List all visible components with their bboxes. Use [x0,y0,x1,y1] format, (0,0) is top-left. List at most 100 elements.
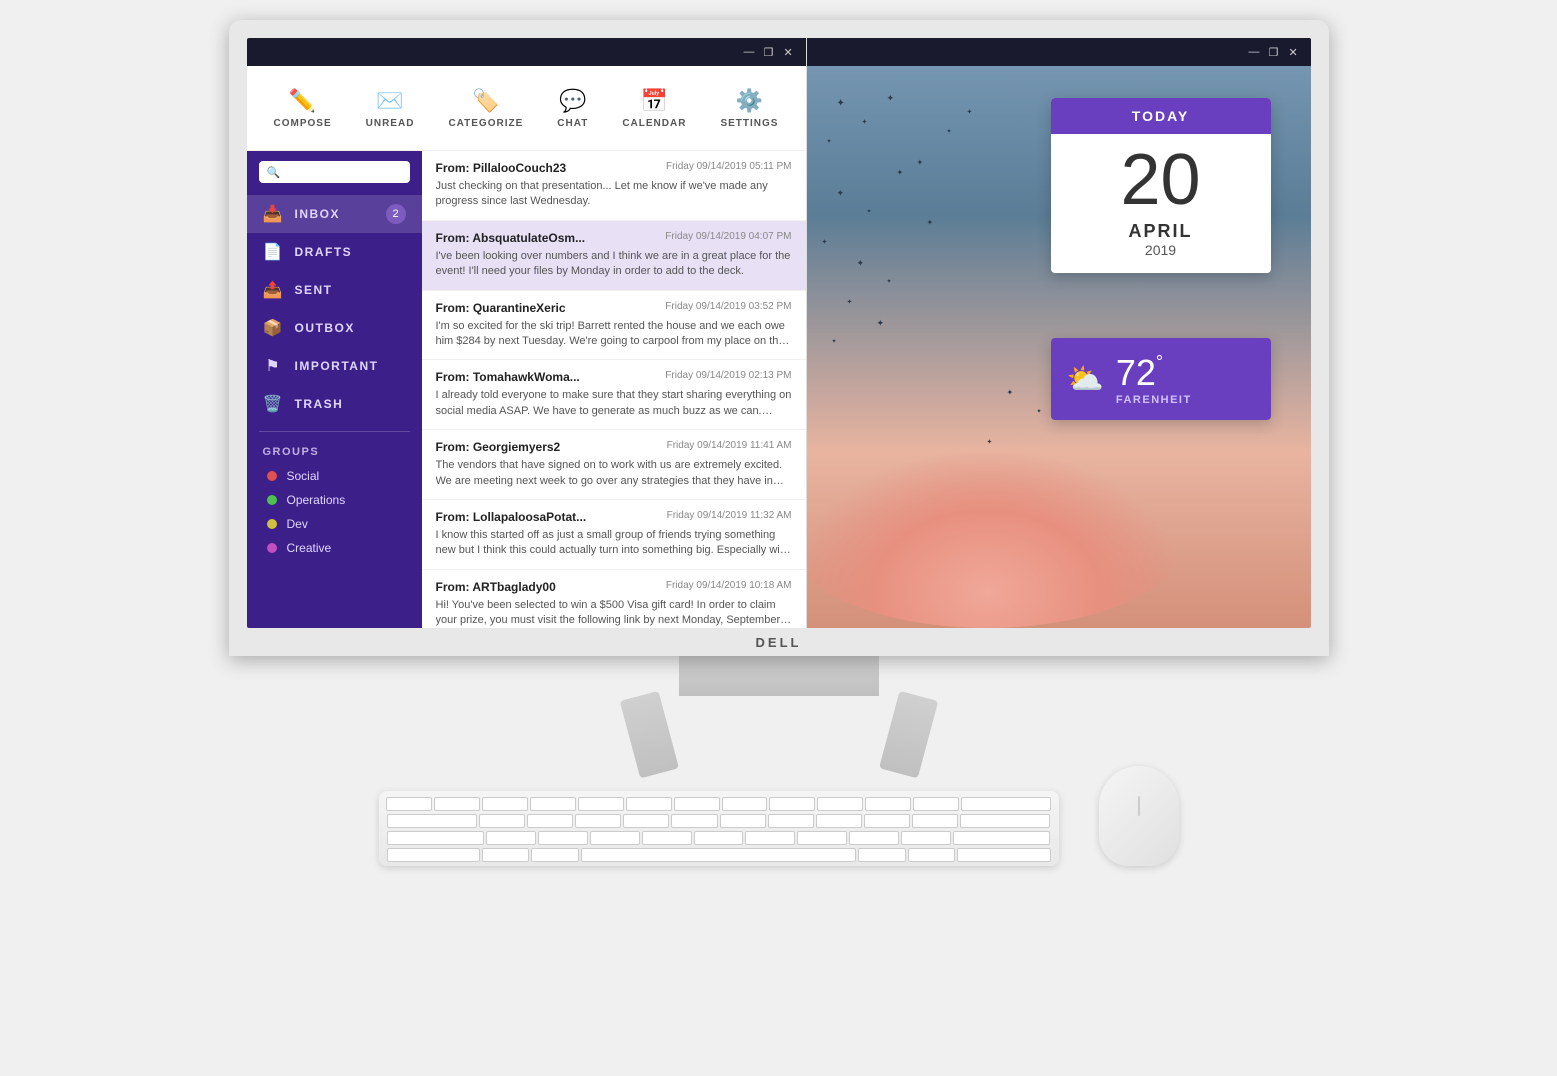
email-item[interactable]: From: LollapaloosaPotat...Friday 09/14/2… [422,500,806,570]
weather-icon: ⛅ [1067,362,1104,397]
key-ctrl-left [387,848,480,862]
stand-neck [679,656,879,696]
email-preview: I've been looking over numbers and I thi… [436,249,792,280]
toolbar-categorize[interactable]: 🏷️ CATEGORIZE [440,84,531,133]
close-button[interactable]: ✕ [784,46,796,58]
key [817,797,863,811]
key [694,831,744,845]
key [674,797,720,811]
email-from: From: QuarantineXeric [436,301,566,315]
email-preview: Just checking on that presentation... Le… [436,179,792,210]
email-body: 🔍 📥 INBOX 2 📄 DRAFTS [247,151,806,628]
sidebar-item-drafts[interactable]: 📄 DRAFTS [247,233,422,271]
right-close-button[interactable]: ✕ [1289,46,1301,58]
email-toolbar: ✏️ COMPOSE ✉️ UNREAD 🏷️ CATEGORIZE 💬 CHA… [247,66,806,151]
key [527,814,573,828]
key [720,814,766,828]
weather-widget: ⛅ 72 ° FARENHEIT [1051,338,1271,420]
sidebar-group-dev[interactable]: Dev [247,512,422,536]
drafts-icon: 📄 [263,242,283,262]
sidebar-group-creative[interactable]: Creative [247,536,422,560]
key [575,814,621,828]
key [912,814,958,828]
email-from: From: PillalooCouch23 [436,161,567,175]
trash-label: TRASH [295,397,344,411]
sidebar-item-inbox[interactable]: 📥 INBOX 2 [247,195,422,233]
categorize-label: CATEGORIZE [448,118,523,129]
weather-info: 72 ° FARENHEIT [1116,352,1192,406]
email-preview: I'm so excited for the ski trip! Barrett… [436,319,792,350]
monitor-bottom-bezel: DELL [247,628,1311,656]
sidebar-divider [259,431,410,432]
email-date: Friday 09/14/2019 02:13 PM [665,370,791,384]
toolbar-calendar[interactable]: 📅 CALENDAR [614,84,694,133]
email-item[interactable]: From: PillalooCouch23 Friday 09/14/2019 0… [422,151,806,221]
key-tab [387,814,477,828]
minimize-button[interactable]: — [744,46,756,58]
weather-unit: ° [1156,352,1163,373]
toolbar-unread[interactable]: ✉️ UNREAD [358,84,423,133]
key-space [581,848,856,862]
sidebar-item-trash[interactable]: 🗑️ TRASH [247,385,422,423]
dev-dot [267,519,277,529]
key [722,797,768,811]
email-title-bar: — ❐ ✕ [247,38,806,66]
key [623,814,669,828]
key-shift-right [953,831,1051,845]
email-item[interactable]: From: Georgiemyers2 Friday 09/14/2019 11:… [422,430,806,500]
email-preview: I already told everyone to make sure tha… [436,388,792,419]
sidebar-item-important[interactable]: ⚑ IMPORTANT [247,347,422,385]
email-preview: Hi! You've been selected to win a $500 V… [436,598,792,628]
maximize-button[interactable]: ❐ [764,46,776,58]
unread-label: UNREAD [366,118,415,129]
key [482,797,528,811]
mouse[interactable] [1099,766,1179,866]
important-icon: ⚑ [263,356,283,376]
key [531,848,579,862]
dev-label: Dev [287,517,308,531]
outbox-icon: 📦 [263,318,283,338]
email-date: Friday 09/14/2019 11:41 AM [667,440,792,454]
sidebar-item-sent[interactable]: 📤 SENT [247,271,422,309]
toolbar-settings[interactable]: ⚙️ SETTINGS [712,84,786,133]
sidebar-item-outbox[interactable]: 📦 OUTBOX [247,309,422,347]
inbox-label: INBOX [295,207,341,221]
calendar-month: APRIL [1051,221,1271,242]
key [908,848,956,862]
email-preview: I know this started off as just a small … [436,528,792,559]
calendar-today-header: TODAY [1051,98,1271,134]
email-item[interactable]: From: ARTbaglady00Friday 09/14/2019 10:1… [422,570,806,628]
email-item[interactable]: From: TomahawkWoma...Friday 09/14/2019 0… [422,360,806,430]
search-box[interactable]: 🔍 [259,161,410,183]
toolbar-chat[interactable]: 💬 CHAT [549,84,596,133]
key [479,814,525,828]
email-date: Friday 09/14/2019 05:11 PM [666,161,791,175]
monitor-stand [229,656,1329,756]
dell-logo: DELL [756,635,802,650]
email-from: From: Georgiemyers2 [436,440,561,454]
screen: — ❐ ✕ ✏️ COMPOSE ✉️ UNREAD 🏷️ [247,38,1311,628]
compose-icon: ✏️ [289,88,316,114]
search-icon: 🔍 [267,166,281,179]
key [642,831,692,845]
search-input[interactable] [285,165,401,179]
sidebar-group-operations[interactable]: Operations [247,488,422,512]
social-label: Social [287,469,320,483]
calendar-widget: TODAY 20 APRIL 2019 [1051,98,1271,273]
right-maximize-button[interactable]: ❐ [1269,46,1281,58]
email-item[interactable]: From: QuarantineXericFriday 09/14/2019 0… [422,291,806,361]
key [671,814,717,828]
key [816,814,862,828]
drafts-label: DRAFTS [295,245,353,259]
sidebar-group-social[interactable]: Social [247,464,422,488]
right-minimize-button[interactable]: — [1249,46,1261,58]
creative-label: Creative [287,541,332,555]
weather-temp: 72 [1116,352,1156,394]
key [901,831,951,845]
key [797,831,847,845]
email-app: — ❐ ✕ ✏️ COMPOSE ✉️ UNREAD 🏷️ [247,38,807,628]
email-item[interactable]: From: AbsquatulateOsm...Friday 09/14/201… [422,221,806,291]
toolbar-compose[interactable]: ✏️ COMPOSE [266,84,340,133]
calendar-year: 2019 [1051,242,1271,273]
operations-label: Operations [287,493,346,507]
